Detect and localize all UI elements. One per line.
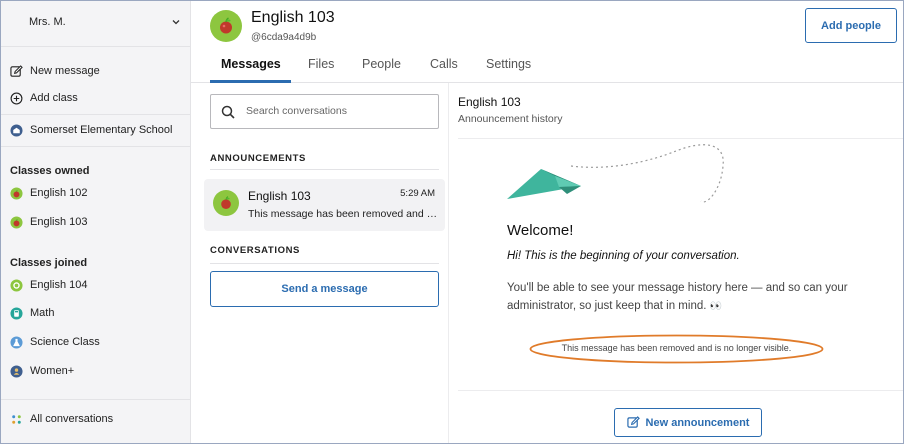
class-avatar [210, 10, 242, 42]
send-message-button[interactable]: Send a message [210, 271, 439, 307]
calculator-icon [10, 306, 23, 320]
announcements-heading: ANNOUNCEMENTS [210, 153, 306, 164]
conversations-heading: CONVERSATIONS [210, 245, 300, 256]
conversation-preview: This message has been removed and is no … [248, 208, 438, 220]
tab-files[interactable]: Files [308, 57, 334, 71]
add-people-button[interactable]: Add people [805, 8, 897, 43]
classes-joined-title: Classes joined [10, 257, 88, 269]
sidebar-item-women[interactable]: Women+ [10, 362, 74, 380]
add-class-label: Add class [30, 92, 78, 104]
apple-icon [10, 215, 23, 229]
apple-icon [220, 17, 232, 34]
add-class-link[interactable]: Add class [10, 89, 78, 107]
column-divider [448, 83, 449, 443]
all-conversations-label: All conversations [30, 413, 114, 425]
history-note-text: You'll be able to see your message histo… [507, 282, 848, 312]
eyes-emoji: 👀 [709, 301, 722, 312]
sidebar-item-school[interactable]: Somerset Elementary School [10, 121, 172, 139]
new-announcement-button[interactable]: New announcement [614, 408, 762, 437]
search-icon [221, 105, 235, 119]
chevron-down-icon [172, 20, 180, 25]
sidebar-item-math[interactable]: Math [10, 304, 54, 322]
flask-icon [10, 335, 23, 349]
conversation-time: 5:29 AM [400, 188, 435, 199]
apple-icon [221, 196, 231, 209]
welcome-heading: Welcome! [507, 222, 574, 239]
pane-subtitle: Announcement history [458, 113, 563, 125]
heading-divider [210, 169, 439, 170]
group-icon [10, 364, 23, 378]
class-label: English 103 [30, 216, 88, 228]
compose-icon [626, 416, 640, 428]
sidebar-divider [1, 114, 191, 115]
app-window: Mrs. M. New message Add class Somerset E… [0, 0, 904, 444]
compose-icon [10, 64, 23, 78]
class-code: @6cda9a4d9b [251, 32, 317, 43]
page-title: English 103 [251, 9, 335, 26]
school-icon [10, 123, 23, 137]
class-label: English 102 [30, 187, 88, 199]
apple-icon [10, 186, 23, 200]
conversation-avatar [213, 190, 239, 216]
active-tab-indicator [210, 80, 291, 83]
sidebar-divider [1, 399, 191, 400]
heading-divider [210, 263, 439, 264]
sidebar-item-english-104[interactable]: English 104 [10, 276, 88, 294]
removed-message-text: This message has been removed and is no … [561, 343, 792, 353]
sidebar-divider [1, 146, 191, 147]
conversation-item[interactable]: English 103 5:29 AM This message has bee… [204, 179, 445, 231]
new-announcement-label: New announcement [645, 416, 750, 429]
pane-footer-divider [458, 390, 903, 391]
class-label: Women+ [30, 365, 75, 377]
tab-people[interactable]: People [362, 57, 401, 71]
pane-title: English 103 [458, 95, 521, 109]
new-message-label: New message [30, 65, 100, 77]
grid-dots-icon [10, 413, 23, 426]
new-message-link[interactable]: New message [10, 62, 100, 80]
history-note: You'll be able to see your message histo… [507, 279, 877, 316]
removed-message: This message has been removed and is no … [529, 334, 824, 364]
smiley-icon [10, 278, 23, 292]
school-label: Somerset Elementary School [30, 124, 173, 136]
tab-settings[interactable]: Settings [486, 57, 531, 71]
sidebar-item-science-class[interactable]: Science Class [10, 333, 100, 351]
user-menu[interactable]: Mrs. M. [1, 1, 191, 47]
sidebar-item-english-102[interactable]: English 102 [10, 184, 88, 202]
search-placeholder: Search conversations [246, 105, 347, 117]
sidebar-item-english-103[interactable]: English 103 [10, 213, 88, 231]
classes-owned-title: Classes owned [10, 165, 90, 177]
plus-circle-icon [10, 92, 23, 105]
user-name: Mrs. M. [29, 16, 66, 28]
tab-messages[interactable]: Messages [221, 57, 281, 71]
tab-calls[interactable]: Calls [430, 57, 458, 71]
all-conversations-link[interactable]: All conversations [10, 410, 113, 428]
tab-bar: Messages Files People Calls Settings [191, 51, 903, 83]
search-input[interactable]: Search conversations [210, 94, 439, 129]
class-label: Math [30, 307, 55, 319]
class-label: English 104 [30, 279, 88, 291]
intro-text: Hi! This is the beginning of your conver… [507, 250, 740, 262]
class-label: Science Class [30, 336, 100, 348]
conversation-title: English 103 [248, 189, 311, 203]
paper-plane-illustration [507, 144, 724, 203]
sidebar: Mrs. M. New message Add class Somerset E… [1, 1, 191, 443]
